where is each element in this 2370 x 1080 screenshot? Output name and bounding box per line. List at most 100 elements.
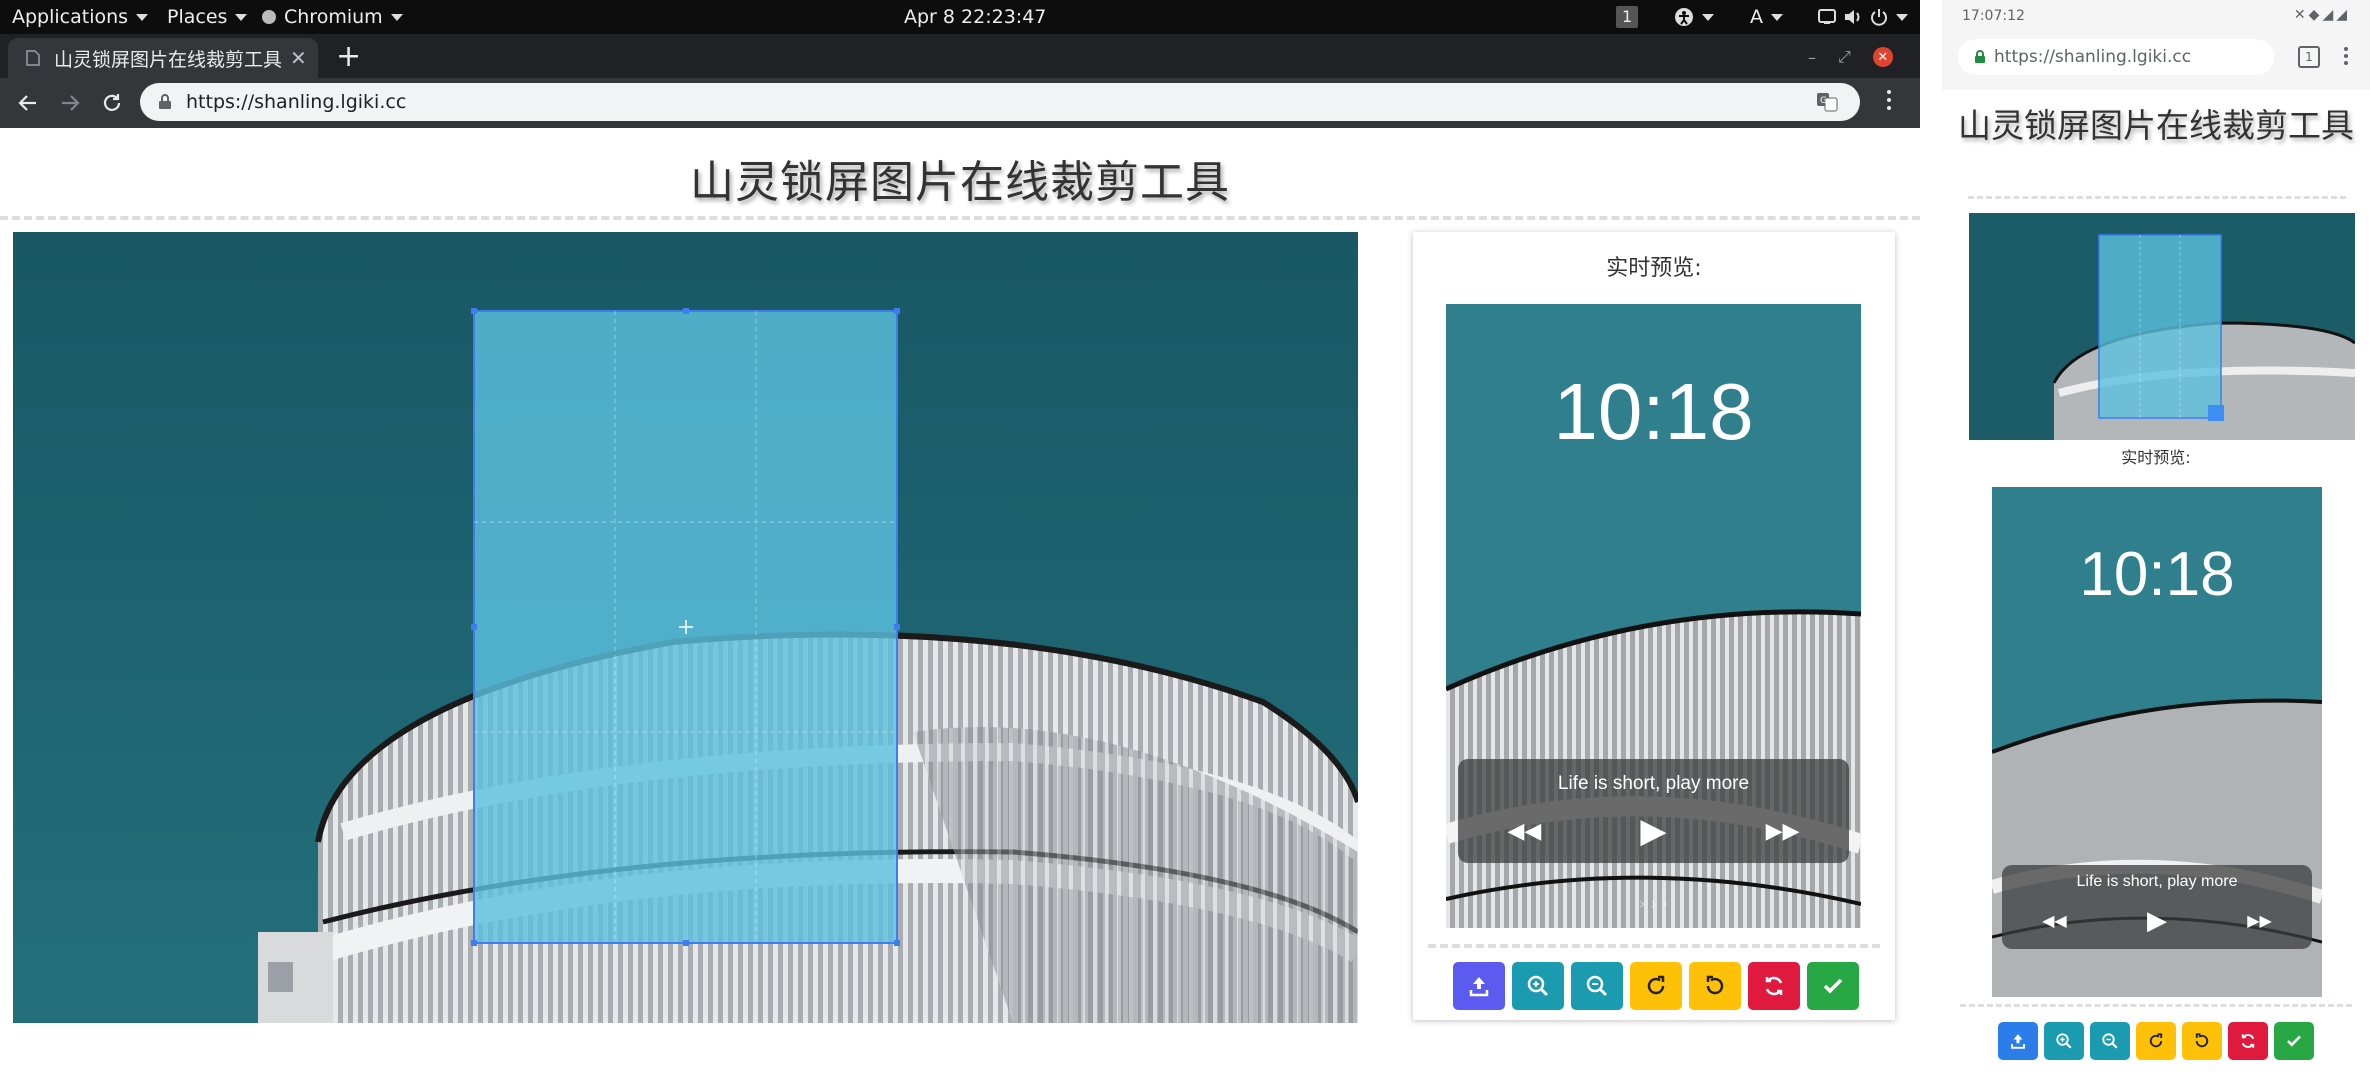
minimize-icon[interactable]: – [1808, 48, 1816, 67]
toolbar-buttons [1453, 962, 1859, 1010]
phone-rotate-left-button[interactable] [2182, 1022, 2222, 1060]
preview-panel: 实时预览: 10:18 Life is short, play more ◀◀ [1413, 232, 1895, 1020]
preview-label: 实时预览: [1606, 256, 1702, 281]
phone-upload-button[interactable] [1998, 1022, 2038, 1060]
power-icon [1871, 9, 1887, 26]
chevron-down-icon [136, 13, 149, 21]
reset-button[interactable] [1748, 962, 1800, 1010]
upload-icon [2011, 1034, 2025, 1049]
clock-label: Apr 8 22:23:47 [904, 6, 1047, 28]
input-method-menu[interactable]: A [1750, 0, 1783, 34]
preview-clock: 10:18 [1553, 367, 1754, 456]
phone-status-icons: ✕◆◢◢ [2294, 7, 2350, 23]
refresh-icon [2241, 1034, 2255, 1048]
crop-canvas[interactable] [13, 232, 1358, 1023]
url-text: https://shanling.lgiki.cc [186, 91, 407, 113]
zoom-in-button[interactable] [1512, 962, 1564, 1010]
rewind-icon: ◀◀ [1507, 818, 1542, 843]
workspace-number: 1 [1616, 6, 1639, 28]
phone-url-text: https://shanling.lgiki.cc [1994, 47, 2192, 67]
play-icon: ▶ [2146, 905, 2167, 935]
places-label: Places [167, 6, 228, 28]
preview-lockscreen: 10:18 Life is short, play more ◀◀ ▶ ▶▶ ›… [1446, 304, 1861, 928]
upload-button[interactable] [1453, 962, 1505, 1010]
phone-rotate-right-button[interactable] [2136, 1022, 2176, 1060]
chromium-app-menu[interactable]: Chromium [262, 0, 403, 34]
phone-toolbar-buttons [1998, 1022, 2314, 1060]
fast-forward-icon: ▶▶ [1765, 818, 1800, 843]
tab-active[interactable]: 山灵锁屏图片在线裁剪工具 ✕ [8, 38, 318, 78]
workspace-indicator[interactable]: 1 [1616, 0, 1639, 34]
page-title: 山灵锁屏图片在线裁剪工具 [690, 157, 1230, 208]
window-controls: – ⤢ ✕ [1808, 44, 1916, 70]
tab-title: 山灵锁屏图片在线裁剪工具 [54, 48, 283, 71]
rotate-right-button[interactable] [1630, 962, 1682, 1010]
zoom-out-icon [1586, 975, 1608, 997]
chevron-down-icon [1702, 13, 1714, 21]
address-bar[interactable]: https://shanling.lgiki.cc G [140, 83, 1860, 121]
rotate-ccw-icon [1706, 975, 1724, 995]
mute-icon: ✕ [2293, 7, 2309, 23]
chevron-down-icon [390, 13, 403, 21]
phone-status-bar: 17:07:12 ✕◆◢◢ [1942, 0, 2370, 34]
chevron-down-icon [1896, 13, 1908, 21]
confirm-button[interactable] [1807, 962, 1859, 1010]
title-divider [0, 216, 1920, 220]
phone-confirm-button[interactable] [2274, 1022, 2314, 1060]
svg-text:G: G [1820, 96, 1827, 106]
back-icon[interactable] [16, 91, 40, 115]
preview-song-title: Life is short, play more [1557, 773, 1750, 794]
close-window-icon[interactable]: ✕ [1872, 47, 1893, 67]
fast-forward-icon: ▶▶ [2247, 912, 2272, 930]
refresh-icon [1765, 976, 1783, 996]
zoom-out-icon [2102, 1033, 2118, 1049]
mobile-screenshot: 17:07:12 ✕◆◢◢ https://shanling.lgiki.cc … [1942, 0, 2370, 1080]
chromium-label: Chromium [284, 6, 383, 28]
zoom-out-button[interactable] [1571, 962, 1623, 1010]
phone-reset-button[interactable] [2228, 1022, 2268, 1060]
kebab-menu-icon[interactable] [1887, 90, 1891, 110]
phone-preview-clock: 10:18 [2079, 540, 2235, 609]
phone-zoom-in-button[interactable] [2044, 1022, 2084, 1060]
reload-icon[interactable] [100, 91, 124, 115]
places-menu[interactable]: Places [167, 0, 248, 34]
new-tab-button[interactable]: + [336, 40, 364, 76]
phone-preview-song-title: Life is short, play more [2076, 873, 2238, 890]
applications-label: Applications [12, 6, 129, 28]
applications-menu[interactable]: Applications [12, 0, 149, 34]
phone-time: 17:07:12 [1962, 8, 2025, 24]
accessibility-menu[interactable] [1674, 0, 1714, 34]
rewind-icon: ◀◀ [2042, 912, 2067, 930]
wifi-icon: ◆ [2308, 7, 2323, 23]
zoom-in-icon [1527, 975, 1549, 997]
phone-source-image [1969, 213, 2355, 440]
lock-icon [1975, 50, 1985, 63]
check-icon [2287, 1035, 2301, 1047]
translate-icon[interactable]: G [1816, 92, 1838, 112]
chevron-down-icon [1771, 13, 1783, 21]
tab-count-icon[interactable]: 1 [2298, 46, 2320, 68]
clock[interactable]: Apr 8 22:23:47 [904, 0, 1046, 34]
input-method-label: A [1750, 6, 1763, 28]
phone-preview-player: Life is short, play more ◀◀ ▶ ▶▶ [2002, 865, 2312, 949]
close-tab-icon[interactable]: ✕ [290, 46, 307, 70]
forward-icon[interactable] [58, 91, 82, 115]
upload-icon [1469, 977, 1489, 997]
rotate-ccw-icon [2195, 1033, 2209, 1048]
phone-zoom-out-button[interactable] [2090, 1022, 2130, 1060]
zoom-in-icon [2056, 1033, 2072, 1049]
preview-divider [1428, 944, 1880, 948]
phone-preview-label: 实时预览: [2121, 448, 2191, 467]
system-status-menu[interactable] [1818, 0, 1908, 34]
maximize-icon[interactable]: ⤢ [1838, 47, 1851, 67]
phone-url-bar: https://shanling.lgiki.cc 1 [1942, 34, 2370, 90]
system-top-bar: Applications Places Chromium Apr 8 22:23… [0, 0, 1920, 34]
rotate-cw-icon [1647, 975, 1665, 995]
phone-address-bar[interactable]: https://shanling.lgiki.cc [1958, 39, 2274, 75]
phone-crop-canvas[interactable] [1969, 213, 2355, 440]
rotate-left-button[interactable] [1689, 962, 1741, 1010]
battery-icon: ◢ [2336, 7, 2350, 23]
check-icon [1823, 978, 1843, 994]
phone-menu-icon[interactable] [2344, 47, 2348, 65]
screen-icon [1818, 9, 1836, 24]
